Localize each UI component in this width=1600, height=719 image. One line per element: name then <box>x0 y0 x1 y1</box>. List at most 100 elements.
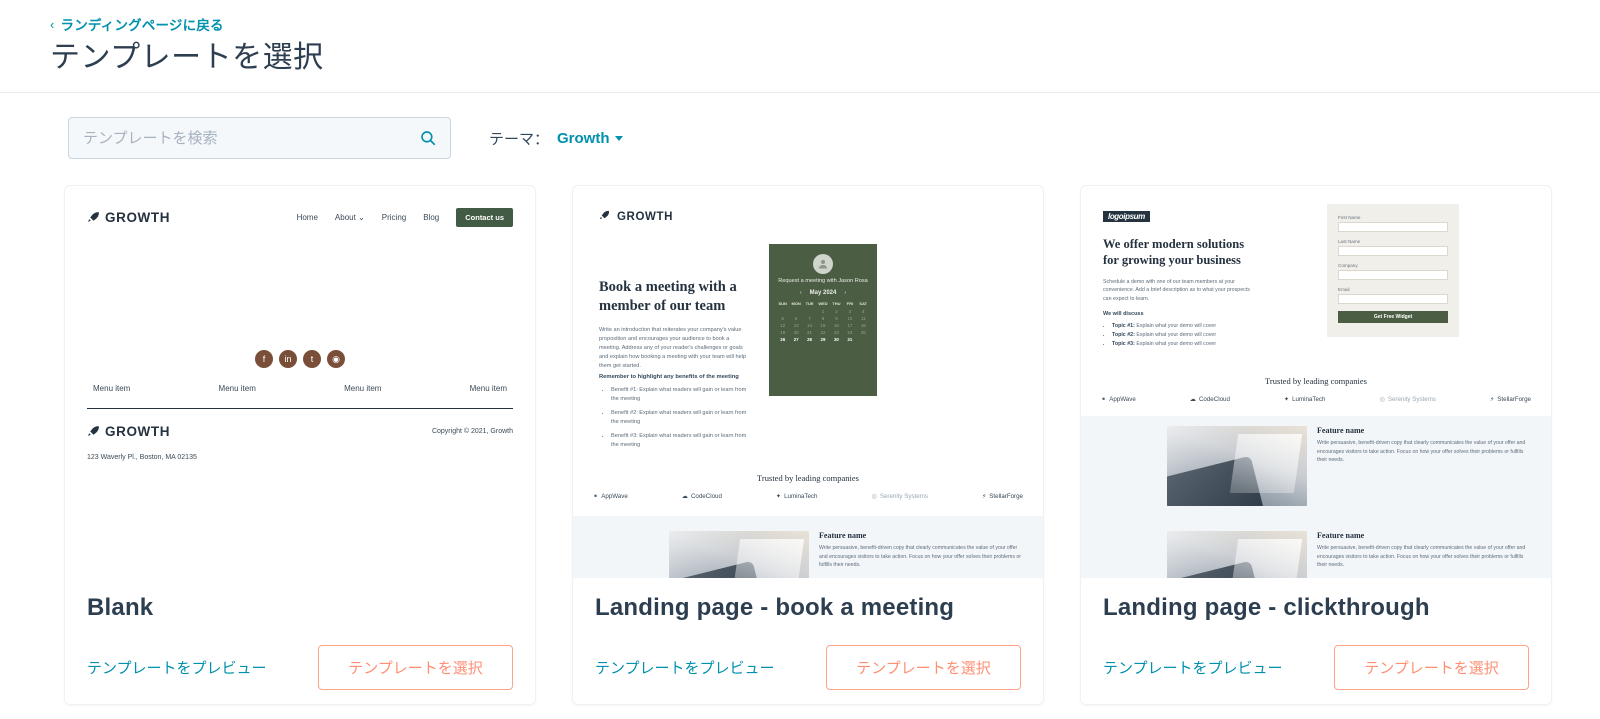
search-input[interactable] <box>69 118 450 158</box>
company-field[interactable]: Company <box>1338 263 1448 280</box>
calendar-day[interactable]: 3 <box>843 309 856 314</box>
nav-link-about-label: About <box>334 213 356 222</box>
template-grid: GROWTH Home About ⌄ Pricing Blog Contact… <box>0 159 1600 705</box>
template-card[interactable]: GROWTH Home About ⌄ Pricing Blog Contact… <box>64 185 536 705</box>
feature-body: Write persuasive, benefit-driven copy th… <box>1317 545 1526 569</box>
twitter-icon[interactable]: t <box>303 350 321 368</box>
topic-item: Topic #2: Explain what your demo will co… <box>1112 331 1255 340</box>
calendar-day[interactable]: 19 <box>776 330 789 335</box>
topic-text: Explain what your demo will cover <box>1136 341 1217 348</box>
calendar-day[interactable]: 4 <box>857 309 870 314</box>
search-icon[interactable] <box>419 129 437 147</box>
footer-menu-item[interactable]: Menu item <box>470 384 507 393</box>
preview-template-link[interactable]: テンプレートをプレビュー <box>87 657 267 678</box>
calendar-day[interactable]: 27 <box>789 337 802 342</box>
feature-body: Write persuasive, benefit-driven copy th… <box>1317 440 1526 464</box>
footer-menu-item[interactable]: Menu item <box>219 384 256 393</box>
company-label: Company <box>1338 263 1358 268</box>
nav-link-blog[interactable]: Blog <box>423 213 439 222</box>
calendar-day[interactable]: 31 <box>843 337 856 342</box>
calendar-day[interactable]: 23 <box>830 330 843 335</box>
calendar-day[interactable]: 12 <box>776 323 789 328</box>
template-card[interactable]: GROWTH Book a meeting with a member of o… <box>572 185 1044 705</box>
calendar-day[interactable]: 7 <box>803 316 816 321</box>
calendar-day[interactable]: 18 <box>857 323 870 328</box>
calendar-day[interactable]: 14 <box>803 323 816 328</box>
preview-body: Schedule a demo with one of our team mem… <box>1103 278 1250 302</box>
calendar-day[interactable]: 20 <box>789 330 802 335</box>
nav-link-home[interactable]: Home <box>297 213 318 222</box>
calendar-day[interactable]: 5 <box>776 316 789 321</box>
calendar-day[interactable]: 28 <box>803 337 816 342</box>
client-logo-row: ⚭ AppWave ☁ CodeCloud ✦ LuminaTech ◎ Serenit… <box>593 493 1023 500</box>
first-name-field[interactable]: First Name <box>1338 215 1448 232</box>
first-name-label: First Name <box>1338 215 1361 220</box>
preview-template-link[interactable]: テンプレートをプレビュー <box>1103 657 1283 678</box>
calendar-day[interactable]: 13 <box>789 323 802 328</box>
email-field[interactable]: Email <box>1338 287 1448 304</box>
calendar-day[interactable]: 25 <box>857 330 870 335</box>
feature-section: Feature name Write persuasive, benefit-d… <box>1167 531 1533 578</box>
last-name-input[interactable] <box>1338 246 1448 256</box>
card-actions: テンプレートをプレビュー テンプレートを選択 <box>87 645 513 690</box>
calendar-day[interactable]: 9 <box>830 316 843 321</box>
calendar-day[interactable]: 16 <box>830 323 843 328</box>
calendar-day[interactable]: 15 <box>816 323 829 328</box>
company-input[interactable] <box>1338 270 1448 280</box>
nav-link-about[interactable]: About ⌄ <box>335 213 365 222</box>
theme-selector[interactable]: テーマ： Growth <box>489 128 623 149</box>
search-box[interactable] <box>68 117 451 159</box>
calendar-day[interactable]: 26 <box>776 337 789 342</box>
calendar-day[interactable]: 1 <box>816 309 829 314</box>
calendar-day[interactable]: 10 <box>843 316 856 321</box>
select-template-button[interactable]: テンプレートを選択 <box>1334 645 1529 690</box>
preview-template-link[interactable]: テンプレートをプレビュー <box>595 657 775 678</box>
get-free-widget-button[interactable]: Get Free Widget <box>1338 311 1448 323</box>
calendar-day[interactable]: 11 <box>857 316 870 321</box>
footer-menu-item[interactable]: Menu item <box>93 384 130 393</box>
growth-logo: GROWTH <box>599 210 673 223</box>
growth-logo-footer-text: GROWTH <box>105 424 171 439</box>
dow: THU <box>832 300 841 306</box>
instagram-icon[interactable]: ◉ <box>327 350 345 368</box>
last-name-field[interactable]: Last Name <box>1338 239 1448 256</box>
first-name-input[interactable] <box>1338 222 1448 232</box>
calendar-day[interactable]: 24 <box>843 330 856 335</box>
calendar-day[interactable]: 29 <box>816 337 829 342</box>
email-input[interactable] <box>1338 294 1448 304</box>
preview-bullet-list: Benefit #1: Explain what readers will ga… <box>603 386 755 455</box>
trusted-by-title: Trusted by leading companies <box>757 473 859 483</box>
calendar-day[interactable]: 22 <box>816 330 829 335</box>
select-template-button[interactable]: テンプレートを選択 <box>826 645 1021 690</box>
template-card[interactable]: logoipsum We offer modern solutions for … <box>1080 185 1552 705</box>
calendar-day-headers: SUN MON TUE WED THU FRI SAT <box>776 301 870 309</box>
linkedin-icon[interactable]: in <box>279 350 297 368</box>
last-name-label: Last Name <box>1338 239 1361 244</box>
calendar-day[interactable]: 6 <box>789 316 802 321</box>
calendar-day[interactable]: 17 <box>843 323 856 328</box>
calendar-day[interactable]: 30 <box>830 337 843 342</box>
theme-dropdown[interactable]: Growth <box>557 130 623 147</box>
nav-link-pricing[interactable]: Pricing <box>382 213 406 222</box>
back-to-landing-pages-link[interactable]: ‹ ランディングページに戻る <box>50 14 224 34</box>
prev-month-icon[interactable]: ‹ <box>800 290 802 296</box>
calendar-day-grid[interactable]: 1 2 3 4 5 6 7 8 9 10 11 12 13 14 15 16 17 18 19 20 21 22 23 24 2… <box>776 309 870 342</box>
calendar-day[interactable]: 21 <box>803 330 816 335</box>
dow: SUN <box>778 300 787 306</box>
footer-menu-item[interactable]: Menu item <box>344 384 381 393</box>
feature-title: Feature name <box>819 531 867 540</box>
serenity-systems-logo: ◎ Serenity Systems <box>871 493 928 500</box>
template-thumbnail-book-a-meeting: GROWTH Book a meeting with a member of o… <box>573 186 1043 578</box>
preview-nav-links: Home About ⌄ Pricing Blog Contact us <box>297 208 513 227</box>
rocket-icon <box>599 210 612 223</box>
facebook-icon[interactable]: f <box>255 350 273 368</box>
appwave-logo: ⚭ AppWave <box>593 493 628 500</box>
bullet-item: Benefit #1: Explain what readers will ga… <box>611 386 755 404</box>
calendar-day[interactable]: 8 <box>816 316 829 321</box>
select-template-button[interactable]: テンプレートを選択 <box>318 645 513 690</box>
next-month-icon[interactable]: › <box>844 290 846 296</box>
contact-us-button[interactable]: Contact us <box>456 208 513 227</box>
card-actions: テンプレートをプレビュー テンプレートを選択 <box>1103 645 1529 690</box>
lead-capture-form[interactable]: First Name Last Name Company Email Get F… <box>1327 204 1459 337</box>
calendar-day[interactable]: 2 <box>830 309 843 314</box>
